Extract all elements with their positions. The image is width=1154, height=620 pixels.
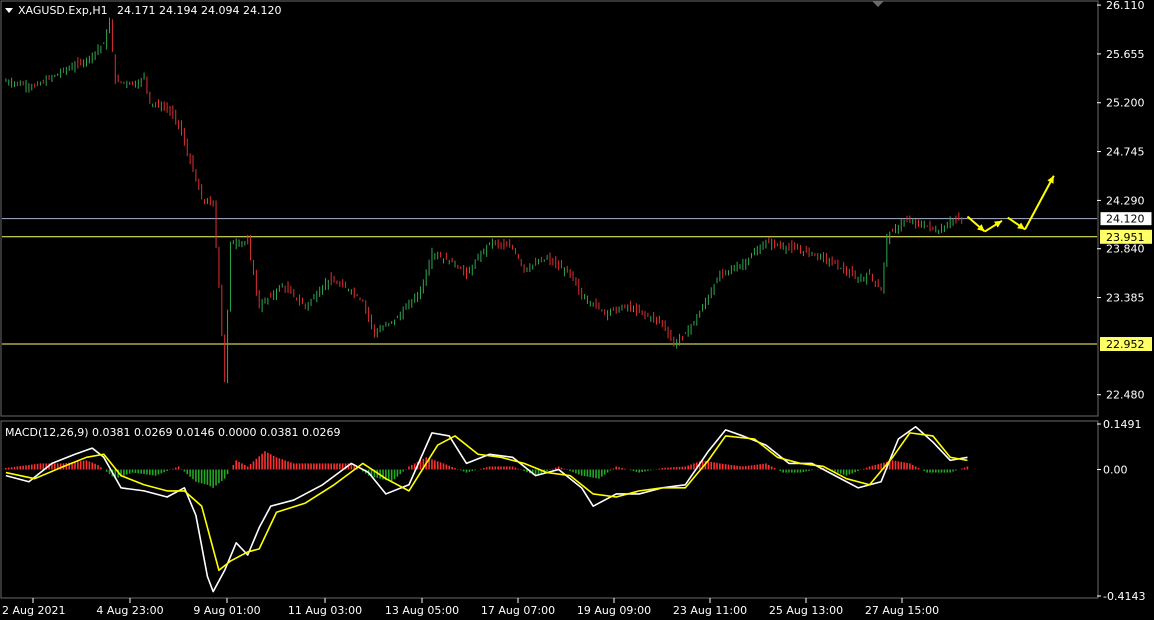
time-axis-label: 11 Aug 03:00 [288,604,362,617]
macd-axis-label: -0.4143 [1103,590,1145,603]
time-axis-label: 13 Aug 05:00 [385,604,459,617]
level-price-label: 22.952 [1106,338,1145,351]
macd-axis-label: 0.1491 [1103,418,1142,431]
ohlc-values: 24.171 24.194 24.094 24.120 [117,4,281,17]
macd-axis-label: 0.00 [1103,464,1128,477]
time-axis-label: 23 Aug 11:00 [673,604,747,617]
symbol-label: XAGUSD.Exp,H1 [18,4,108,17]
price-axis-label: 25.655 [1106,48,1145,61]
chart-window[interactable]: XAGUSD.Exp,H1 24.171 24.194 24.094 24.12… [0,0,1154,620]
price-axis-label: 23.840 [1106,243,1145,256]
price-axis-label: 22.480 [1106,389,1145,402]
time-axis-label: 19 Aug 09:00 [577,604,651,617]
time-axis-label: 25 Aug 13:00 [769,604,843,617]
macd-label: MACD(12,26,9) 0.0381 0.0269 0.0146 0.000… [5,426,340,439]
time-axis-label: 2 Aug 2021 [2,604,65,617]
price-axis-label: 26.110 [1106,0,1145,12]
current-price-label: 24.120 [1106,213,1145,226]
time-axis-label: 27 Aug 15:00 [865,604,939,617]
price-axis-label: 23.385 [1106,292,1145,305]
time-axis-label: 4 Aug 23:00 [96,604,163,617]
time-axis-label: 17 Aug 07:00 [481,604,555,617]
price-axis-label: 25.200 [1106,97,1145,110]
level-price-label: 23.951 [1106,231,1145,244]
time-axis-label: 9 Aug 01:00 [193,604,260,617]
price-axis-label: 24.290 [1106,194,1145,207]
price-axis-label: 24.745 [1106,146,1145,159]
